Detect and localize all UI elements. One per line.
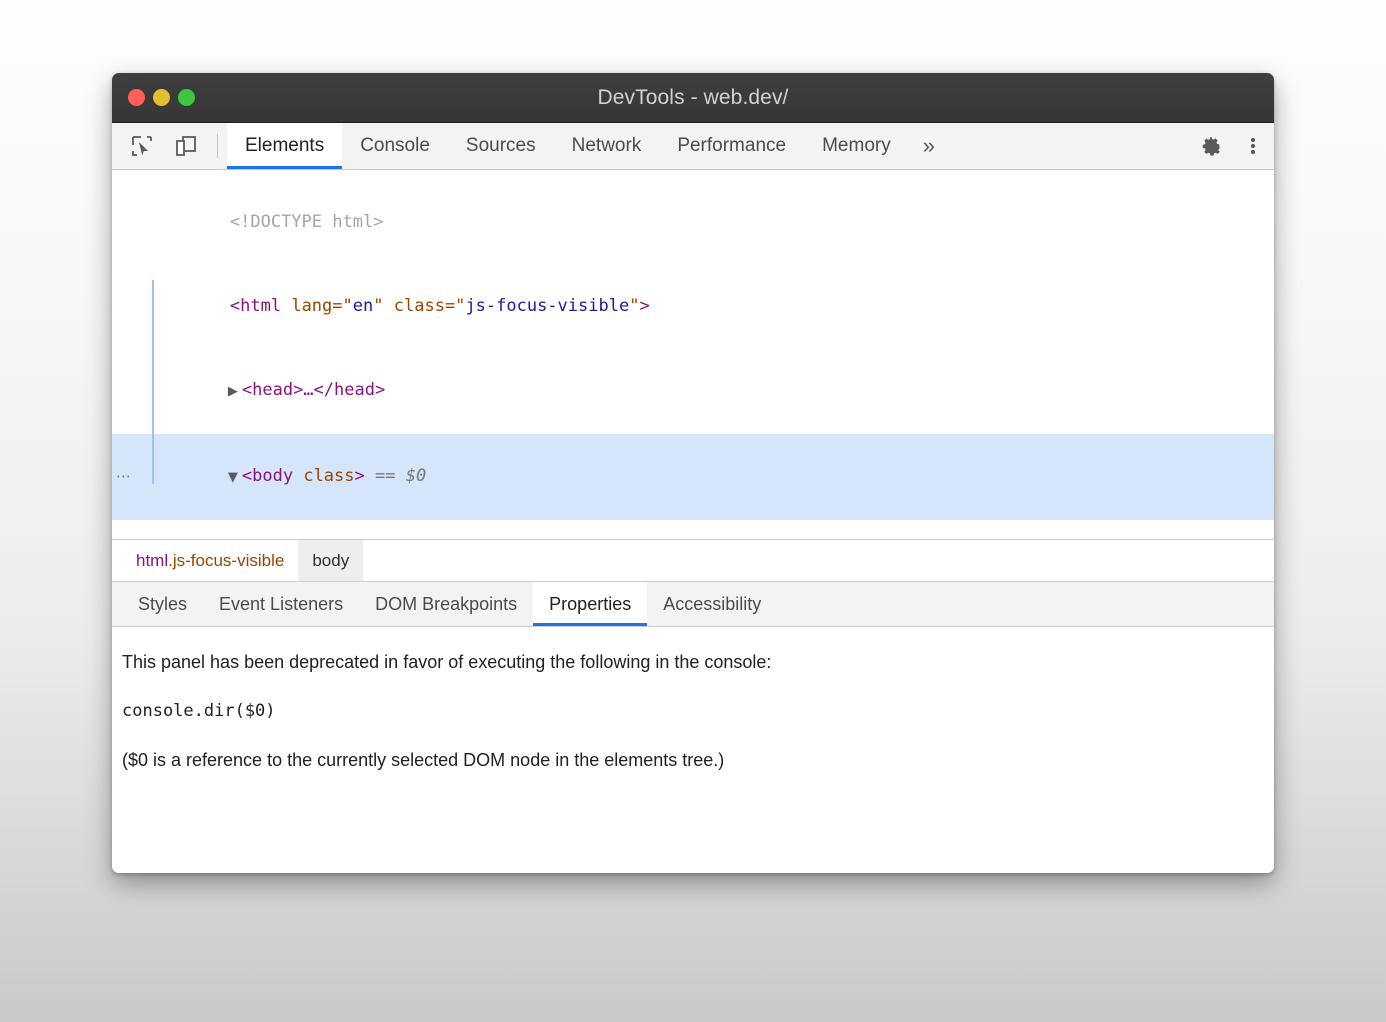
dom-node-web-snackbar-container[interactable]: <web-snackbar-container>…</web-snackbar-…: [112, 520, 1274, 540]
dom-node-doctype[interactable]: <!DOCTYPE html>: [112, 180, 1274, 264]
tab-sources[interactable]: Sources: [448, 123, 554, 169]
window-title: DevTools - web.dev/: [112, 86, 1274, 110]
breadcrumb-html-tag: html: [136, 551, 168, 571]
body-tag-open: <body: [242, 466, 293, 486]
tab-accessibility[interactable]: Accessibility: [647, 582, 777, 626]
selected-node-ref: == $0: [375, 466, 426, 486]
gear-icon[interactable]: [1190, 134, 1232, 158]
toolbar-right-group: [1177, 123, 1274, 169]
head-node-text: <head>…</head>: [242, 380, 385, 400]
tab-console[interactable]: Console: [342, 123, 448, 169]
deprecation-message: This panel has been deprecated in favor …: [122, 649, 1274, 675]
window-titlebar: DevTools - web.dev/: [112, 73, 1274, 123]
indent-guide: [152, 280, 154, 484]
maximize-window-button[interactable]: [178, 89, 195, 106]
tab-elements-label: Elements: [245, 135, 324, 157]
doctype-text: <!DOCTYPE html>: [230, 212, 384, 232]
tab-dom-breakpoints-label: DOM Breakpoints: [375, 594, 517, 615]
tab-properties-label: Properties: [549, 594, 631, 615]
dom-tree-pane[interactable]: <!DOCTYPE html> <html lang="en" class="j…: [112, 170, 1274, 540]
tab-performance[interactable]: Performance: [659, 123, 804, 169]
tab-memory[interactable]: Memory: [804, 123, 909, 169]
html-tag-gt: >: [639, 296, 649, 316]
inspect-element-icon[interactable]: [120, 123, 164, 169]
element-sidebar-tab-strip: Styles Event Listeners DOM Breakpoints P…: [112, 582, 1274, 627]
expand-arrow-icon[interactable]: [228, 464, 242, 492]
node-ellipsis-badge[interactable]: ⋯: [116, 462, 132, 490]
dollar-zero-footnote: ($0 is a reference to the currently sele…: [122, 747, 1274, 773]
main-toolbar: Elements Console Sources Network Perform…: [112, 123, 1274, 170]
chevron-double-right-icon: »: [923, 133, 935, 159]
html-attr-lang-value: en: [353, 296, 373, 316]
dom-node-head[interactable]: <head>…</head>: [112, 348, 1274, 434]
body-tag-gt: >: [355, 466, 365, 486]
toolbar-divider: [217, 134, 218, 158]
tab-event-listeners-label: Event Listeners: [219, 594, 343, 615]
body-attr-class-name: class: [303, 466, 354, 486]
tab-styles[interactable]: Styles: [122, 582, 203, 626]
tab-elements[interactable]: Elements: [227, 123, 342, 169]
tab-styles-label: Styles: [138, 594, 187, 615]
tab-memory-label: Memory: [822, 135, 891, 157]
html-tag-open: <html: [230, 296, 281, 316]
tab-sources-label: Sources: [466, 135, 536, 157]
tab-accessibility-label: Accessibility: [663, 594, 761, 615]
more-tabs-button[interactable]: »: [909, 123, 949, 169]
tab-network[interactable]: Network: [554, 123, 660, 169]
html-attr-class-name: class: [394, 296, 445, 316]
device-toolbar-icon[interactable]: [164, 123, 208, 169]
html-attr-lang-name: lang: [291, 296, 332, 316]
console-command-snippet[interactable]: console.dir($0): [122, 698, 1274, 724]
tab-dom-breakpoints[interactable]: DOM Breakpoints: [359, 582, 533, 626]
dom-node-html-open[interactable]: <html lang="en" class="js-focus-visible"…: [112, 264, 1274, 348]
properties-panel: This panel has been deprecated in favor …: [112, 627, 1274, 873]
tab-performance-label: Performance: [677, 135, 786, 157]
tab-console-label: Console: [360, 135, 430, 157]
tab-event-listeners[interactable]: Event Listeners: [203, 582, 359, 626]
dom-node-body[interactable]: ⋯ <body class> == $0: [112, 434, 1274, 520]
breadcrumb-body-tag: body: [312, 551, 349, 571]
breadcrumb: html.js-focus-visible body: [112, 540, 1274, 582]
panel-tab-strip: Elements Console Sources Network Perform…: [227, 123, 949, 169]
kebab-menu-icon[interactable]: [1232, 134, 1274, 158]
breadcrumb-item-html[interactable]: html.js-focus-visible: [122, 540, 298, 581]
devtools-window: DevTools - web.dev/ Elements Console: [112, 73, 1274, 873]
breadcrumb-item-body[interactable]: body: [298, 540, 363, 581]
html-attr-class-value: js-focus-visible: [465, 296, 629, 316]
expand-arrow-icon[interactable]: [228, 378, 242, 406]
traffic-light-group: [128, 89, 195, 106]
tab-properties[interactable]: Properties: [533, 582, 647, 626]
breadcrumb-html-classes: .js-focus-visible: [168, 551, 284, 571]
minimize-window-button[interactable]: [153, 89, 170, 106]
tab-network-label: Network: [572, 135, 642, 157]
close-window-button[interactable]: [128, 89, 145, 106]
